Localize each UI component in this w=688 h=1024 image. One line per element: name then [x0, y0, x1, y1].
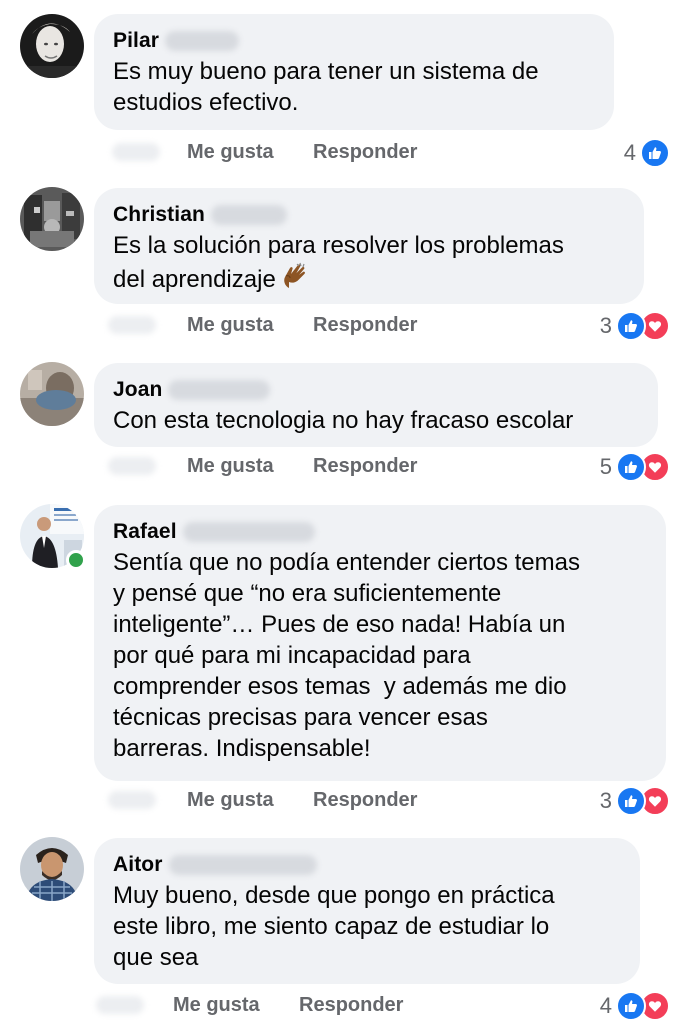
reaction-count: 3: [599, 788, 612, 813]
like-reaction-icon: [616, 311, 646, 341]
reply-button[interactable]: Responder: [313, 455, 417, 478]
profile-photo-icon: [20, 187, 84, 251]
like-reaction-icon: [616, 991, 646, 1021]
reactions-summary[interactable]: 3: [600, 785, 670, 817]
like-button[interactable]: Me gusta: [187, 789, 274, 812]
online-status-indicator: [66, 550, 86, 570]
comment-bubble: Aitor Muy bueno, desde que pongo en prác…: [94, 838, 640, 984]
reactions-summary[interactable]: 4: [624, 137, 670, 169]
comment-text: Es muy bueno para tener un sistema de es…: [113, 58, 539, 116]
reactions-summary[interactable]: 5: [600, 451, 670, 483]
comment-actions: Me gusta Responder 3: [0, 785, 688, 817]
redacted-timestamp: [108, 457, 156, 475]
profile-photo-icon: [20, 837, 84, 901]
redacted-timestamp: [108, 316, 156, 334]
reply-button[interactable]: Responder: [299, 994, 403, 1017]
comment-text: Sentía que no podía entender ciertos tem…: [113, 549, 580, 762]
like-reaction-icon: [616, 786, 646, 816]
redacted-timestamp: [112, 143, 160, 161]
like-button[interactable]: Me gusta: [187, 141, 274, 164]
like-button[interactable]: Me gusta: [187, 314, 274, 337]
reaction-count: 5: [599, 454, 612, 479]
avatar[interactable]: [20, 837, 84, 901]
comment-text: Muy bueno, desde que pongo en práctica e…: [113, 882, 555, 971]
author-name[interactable]: Christian: [113, 203, 205, 227]
author-name[interactable]: Pilar: [113, 29, 159, 53]
like-button[interactable]: Me gusta: [187, 455, 274, 478]
author-name[interactable]: Joan: [113, 378, 162, 402]
redacted-surname: [210, 205, 287, 225]
avatar[interactable]: [20, 187, 84, 251]
author-name[interactable]: Rafael: [113, 520, 177, 544]
reactions-summary[interactable]: 4: [600, 990, 670, 1022]
redacted-surname: [168, 855, 317, 875]
redacted-surname: [168, 380, 271, 400]
comment-text: Es la solución para resolver los problem…: [113, 230, 624, 299]
clapping-hands-icon: [280, 261, 310, 299]
like-button[interactable]: Me gusta: [173, 994, 260, 1017]
profile-photo-icon: [20, 14, 84, 78]
reactions-summary[interactable]: 3: [600, 310, 670, 342]
reply-button[interactable]: Responder: [313, 789, 417, 812]
avatar[interactable]: [20, 504, 86, 570]
avatar[interactable]: [20, 362, 84, 426]
redacted-surname: [182, 522, 315, 542]
comment-bubble: Christian Es la solución para resolver l…: [94, 188, 644, 304]
reply-button[interactable]: Responder: [313, 314, 417, 337]
comment-actions: Me gusta Responder 3: [0, 310, 688, 342]
comment-actions: Me gusta Responder 4: [0, 137, 688, 169]
like-reaction-icon: [616, 452, 646, 482]
author-name[interactable]: Aitor: [113, 853, 163, 877]
profile-photo-icon: [20, 362, 84, 426]
like-reaction-icon: [640, 138, 670, 168]
comment-bubble: Pilar Es muy bueno para tener un sistema…: [94, 14, 614, 130]
reply-button[interactable]: Responder: [313, 141, 417, 164]
comment-text: Con esta tecnologia no hay fracaso escol…: [113, 407, 574, 434]
redacted-timestamp: [96, 996, 144, 1014]
reaction-count: 4: [623, 140, 636, 165]
comment-bubble: Rafael Sentía que no podía entender cier…: [94, 505, 666, 781]
reaction-count: 3: [599, 313, 612, 338]
comment-bubble: Joan Con esta tecnologia no hay fracaso …: [94, 363, 658, 447]
reaction-count: 4: [599, 993, 612, 1018]
comment-actions: Me gusta Responder 5: [0, 451, 688, 483]
avatar[interactable]: [20, 14, 84, 78]
redacted-surname: [165, 31, 240, 51]
comment-actions: Me gusta Responder 4: [0, 990, 688, 1022]
redacted-timestamp: [108, 791, 156, 809]
